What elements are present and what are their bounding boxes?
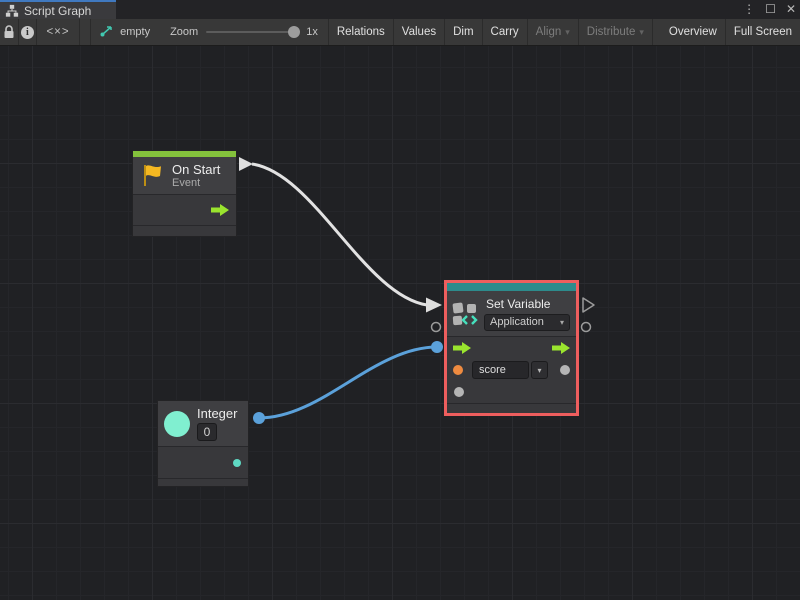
on-start-footer <box>133 225 236 236</box>
distribute-dropdown-button[interactable]: Distribute ▾ <box>579 19 653 45</box>
integer-output-port[interactable] <box>233 459 241 467</box>
flow-wire[interactable] <box>252 164 427 305</box>
tab-script-graph[interactable]: Script Graph <box>0 0 116 19</box>
relations-button[interactable]: Relations <box>329 19 394 45</box>
window-controls: ⋮ ☐ ✕ <box>743 0 796 19</box>
window-close-icon[interactable]: ✕ <box>786 0 796 19</box>
window-maximize-icon[interactable]: ☐ <box>765 0 776 19</box>
info-button[interactable]: i <box>19 19 38 45</box>
variable-name-field[interactable]: score <box>472 361 529 379</box>
chevron-down-icon: ▾ <box>537 366 541 375</box>
node-set-variable[interactable]: Set Variable Application ▾ score <box>444 280 579 416</box>
lock-button[interactable] <box>0 19 19 45</box>
code-view-button[interactable]: <×> <box>37 19 80 45</box>
value-input-port-circle[interactable] <box>432 323 441 332</box>
graph-toolbar: i <×> empty Zoom 1x Relations Values Dim… <box>0 19 800 46</box>
chevron-down-icon: ▾ <box>560 318 564 327</box>
toolbar-buttons: Relations Values Dim Carry Align ▾ Distr… <box>329 19 800 45</box>
integer-header[interactable]: Integer 0 <box>158 401 248 447</box>
lock-icon <box>3 25 15 39</box>
zoom-control: Zoom 1x <box>160 19 329 45</box>
chevron-down-icon: ▾ <box>565 27 570 38</box>
graph-pointer-indicator: empty <box>91 19 160 45</box>
variable-scope-dropdown[interactable]: Application ▾ <box>484 314 570 331</box>
connection-layer <box>0 46 800 600</box>
zoom-value: 1x <box>306 26 318 38</box>
carry-button[interactable]: Carry <box>483 19 528 45</box>
value-input-port[interactable] <box>454 387 464 397</box>
toolbar-divider <box>80 19 91 45</box>
value-output-port-circle[interactable] <box>582 323 591 332</box>
set-variable-footer <box>447 403 576 413</box>
integer-value-input[interactable]: 0 <box>197 423 217 441</box>
code-icon: <×> <box>46 26 69 38</box>
variable-name-dropdown-button[interactable]: ▾ <box>531 361 548 379</box>
integer-type-icon <box>164 411 190 437</box>
node-on-start[interactable]: On Start Event <box>132 150 237 237</box>
node-title: On Start <box>172 162 220 177</box>
window-menu-icon[interactable]: ⋮ <box>743 0 755 19</box>
value-wire-start-dot[interactable] <box>253 412 265 424</box>
value-wire[interactable] <box>259 347 437 418</box>
window-tab-bar: Script Graph ⋮ ☐ ✕ <box>0 0 800 19</box>
integer-footer <box>158 478 248 486</box>
chevron-down-icon: ▾ <box>639 27 644 38</box>
zoom-label: Zoom <box>170 26 198 38</box>
tab-title: Script Graph <box>24 4 91 18</box>
zoom-slider[interactable] <box>206 31 298 33</box>
overview-button[interactable]: Overview <box>661 19 726 45</box>
info-icon: i <box>21 26 34 39</box>
on-start-header[interactable]: On Start Event <box>133 157 236 195</box>
zoom-slider-handle[interactable] <box>288 26 300 38</box>
variable-colorbar <box>447 283 576 291</box>
node-integer[interactable]: Integer 0 <box>157 400 249 487</box>
flow-output-arrow-icon[interactable] <box>211 204 229 216</box>
node-title: Integer <box>197 406 237 421</box>
flow-output-port-triangle[interactable] <box>583 298 594 312</box>
node-title: Set Variable <box>484 297 570 311</box>
on-start-body <box>133 195 236 225</box>
graph-canvas[interactable]: On Start Event Set Variable A <box>0 46 800 600</box>
set-variable-header[interactable]: Set Variable Application ▾ <box>447 291 576 337</box>
dim-button[interactable]: Dim <box>445 19 482 45</box>
flow-output-arrow-icon[interactable] <box>552 342 570 354</box>
fullscreen-button[interactable]: Full Screen <box>726 19 800 45</box>
align-dropdown-button[interactable]: Align ▾ <box>528 19 579 45</box>
node-subtitle: Event <box>172 177 220 189</box>
values-button[interactable]: Values <box>394 19 445 45</box>
variable-name-port[interactable] <box>453 365 463 375</box>
flag-icon <box>141 163 163 188</box>
flow-input-arrow-icon[interactable] <box>453 342 471 354</box>
value-output-port[interactable] <box>560 365 570 375</box>
integer-body <box>158 447 248 478</box>
graph-pointer-label: empty <box>120 26 150 38</box>
flow-wire-end-arrow[interactable] <box>426 298 442 313</box>
value-wire-end-dot[interactable] <box>431 341 443 353</box>
set-variable-body: score ▾ <box>447 337 576 403</box>
flow-wire-start-arrow[interactable] <box>239 157 253 171</box>
graph-hierarchy-icon <box>5 4 19 18</box>
graph-pointer-icon <box>99 25 114 39</box>
set-variable-icon <box>452 300 479 327</box>
